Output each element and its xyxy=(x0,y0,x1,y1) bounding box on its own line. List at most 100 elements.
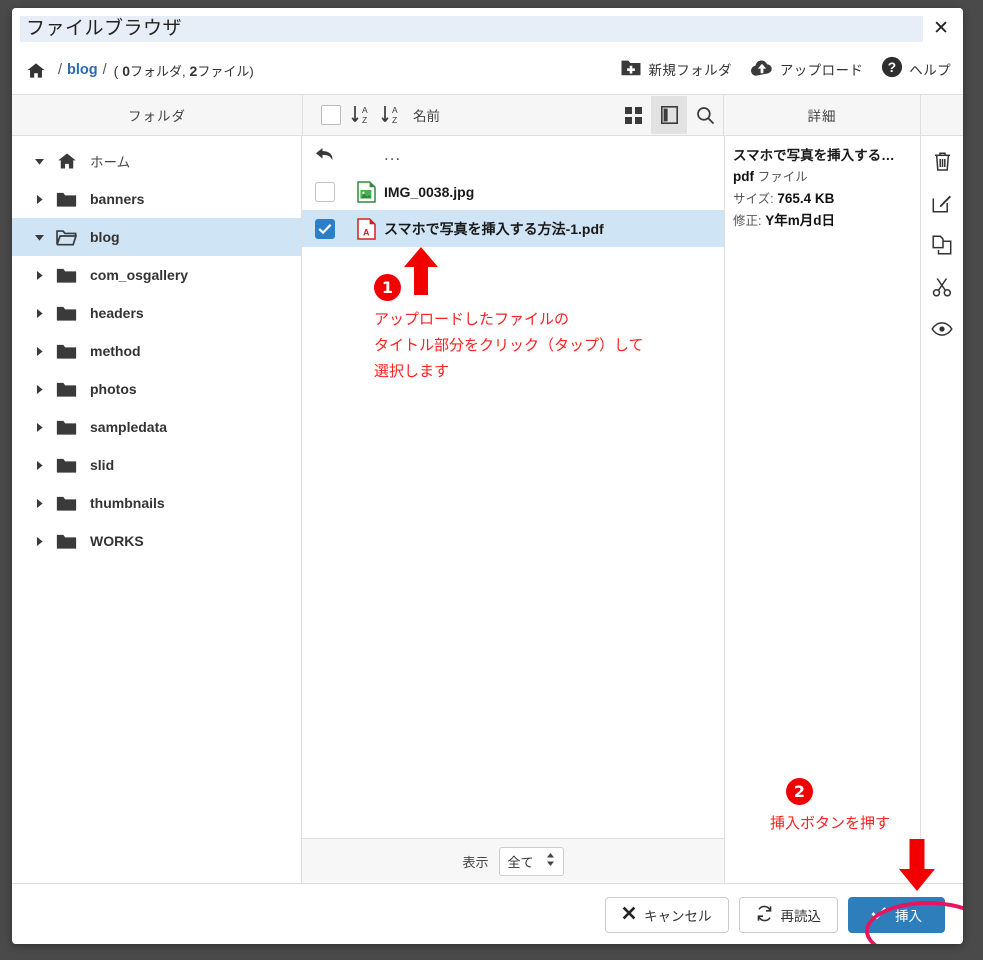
item-counts: ( 0フォルダ, 2ファイル) xyxy=(114,61,254,80)
folder-icon xyxy=(56,381,90,398)
detail-file-title: スマホで写真を挿入する… xyxy=(733,146,920,166)
cancel-button[interactable]: キャンセル xyxy=(605,897,729,933)
tree-item-method[interactable]: method xyxy=(12,332,301,370)
file-name-label: スマホで写真を挿入する方法-1.pdf xyxy=(384,219,604,239)
close-button[interactable]: ✕ xyxy=(933,18,949,40)
file-checkbox[interactable] xyxy=(302,182,348,202)
parent-directory-label: ... xyxy=(384,150,401,160)
tree-item-label: sampledata xyxy=(90,419,167,435)
parent-directory-row[interactable]: ... xyxy=(302,136,724,173)
title-bar: ファイルブラウザ ✕ xyxy=(12,8,963,48)
tree-item-com_osgallery[interactable]: com_osgallery xyxy=(12,256,301,294)
copy-icon[interactable] xyxy=(928,232,956,258)
chevron-right-icon[interactable] xyxy=(34,498,56,509)
chevron-right-icon[interactable] xyxy=(34,536,56,547)
tree-item-photos[interactable]: photos xyxy=(12,370,301,408)
detail-file-modified: 修正: Y年m月d日 xyxy=(733,210,920,232)
svg-text:Z: Z xyxy=(362,115,367,125)
upload-button[interactable]: アップロード xyxy=(750,58,863,80)
tree-item-banners[interactable]: banners xyxy=(12,180,301,218)
chevron-right-icon[interactable] xyxy=(34,422,56,433)
tree-item-label: ホーム xyxy=(90,151,130,171)
chevron-right-icon[interactable] xyxy=(34,460,56,471)
reload-label: 再読込 xyxy=(781,905,822,925)
folder-icon xyxy=(56,419,90,436)
tree-item-sampledata[interactable]: sampledata xyxy=(12,408,301,446)
tree-item-label: slid xyxy=(90,457,114,473)
file-rows: ... IMG_0038.jpg A スマホで写真を挿入する方法-1.pdf xyxy=(302,136,724,838)
detail-modified-value: Y年m月d日 xyxy=(765,213,835,228)
svg-text:A: A xyxy=(362,105,368,115)
chevron-down-icon[interactable] xyxy=(34,232,56,243)
delete-icon[interactable] xyxy=(928,148,956,174)
breadcrumb-separator-2: / xyxy=(103,62,107,78)
folder-count-word: フォルダ, xyxy=(130,64,186,79)
chevron-right-icon[interactable] xyxy=(34,346,56,357)
sort-descending-icon[interactable]: A Z xyxy=(381,104,399,126)
file-list-footer: 表示 全て xyxy=(302,838,724,883)
new-folder-button[interactable]: 新規フォルダ xyxy=(620,58,731,80)
search-icon[interactable] xyxy=(687,96,723,134)
file-row[interactable]: A スマホで写真を挿入する方法-1.pdf xyxy=(302,210,724,247)
back-arrow-icon xyxy=(302,146,348,164)
insert-button[interactable]: 挿入 xyxy=(848,897,945,933)
display-filter-label: 表示 xyxy=(462,852,488,871)
folder-open-icon xyxy=(56,229,90,246)
folder-icon xyxy=(56,495,90,512)
breadcrumb-link-blog[interactable]: blog xyxy=(67,62,98,78)
upload-label: アップロード xyxy=(780,59,863,79)
tree-item----[interactable]: ホーム xyxy=(12,142,301,180)
grid-view-icon[interactable] xyxy=(615,96,651,134)
chevron-right-icon[interactable] xyxy=(34,308,56,319)
name-column-label: 名前 xyxy=(413,105,440,125)
tree-item-label: WORKS xyxy=(90,533,144,549)
svg-text:A: A xyxy=(363,227,370,237)
select-all-checkbox[interactable] xyxy=(321,105,341,125)
detail-modified-label: 修正: xyxy=(733,214,761,228)
check-icon xyxy=(871,906,887,923)
file-checkbox[interactable] xyxy=(302,219,348,239)
folder-icon xyxy=(56,267,90,284)
help-button[interactable]: ? ヘルプ xyxy=(881,56,951,81)
tree-item-headers[interactable]: headers xyxy=(12,294,301,332)
breadcrumb-separator-1: / xyxy=(58,62,62,78)
file-name-label: IMG_0038.jpg xyxy=(384,184,474,200)
chevron-right-icon[interactable] xyxy=(34,270,56,281)
tree-item-works[interactable]: WORKS xyxy=(12,522,301,560)
reload-button[interactable]: 再読込 xyxy=(739,897,839,933)
file-tools-strip xyxy=(921,136,963,883)
details-pane: スマホで写真を挿入する… pdf ファイル サイズ: 765.4 KB 修正: … xyxy=(725,136,921,883)
tree-item-thumbnails[interactable]: thumbnails xyxy=(12,484,301,522)
chevron-down-icon[interactable] xyxy=(34,156,56,167)
cancel-label: キャンセル xyxy=(644,905,712,925)
home-icon[interactable] xyxy=(26,61,46,80)
sort-ascending-icon[interactable]: A Z xyxy=(351,104,369,126)
detail-type-value: pdf xyxy=(733,169,754,184)
svg-text:?: ? xyxy=(888,60,896,75)
chevron-right-icon[interactable] xyxy=(34,194,56,205)
tree-item-label: banners xyxy=(90,191,144,207)
tree-item-label: photos xyxy=(90,381,137,397)
folder-icon xyxy=(56,533,90,550)
split-view-icon[interactable] xyxy=(651,96,687,134)
new-folder-label: 新規フォルダ xyxy=(648,59,731,79)
tree-item-blog[interactable]: blog xyxy=(12,218,301,256)
file-row[interactable]: IMG_0038.jpg xyxy=(302,173,724,210)
tree-item-label: blog xyxy=(90,229,120,245)
tools-column-header xyxy=(921,95,963,135)
header-actions: 新規フォルダ アップロード ? ヘルプ xyxy=(620,56,951,81)
chevron-right-icon[interactable] xyxy=(34,384,56,395)
x-mark-icon xyxy=(622,906,636,923)
preview-icon[interactable] xyxy=(928,316,956,342)
breadcrumb-bar: / blog / ( 0フォルダ, 2ファイル) 新規フォルダ xyxy=(12,48,963,94)
cut-icon[interactable] xyxy=(928,274,956,300)
display-filter-select[interactable]: 全て xyxy=(499,847,564,876)
files-column-header: A Z A Z 名前 xyxy=(303,95,724,135)
rename-icon[interactable] xyxy=(928,190,956,216)
folder-icon xyxy=(56,191,90,208)
file-row-container: IMG_0038.jpg A スマホで写真を挿入する方法-1.pdf xyxy=(302,173,724,247)
tree-item-label: headers xyxy=(90,305,144,321)
insert-label: 挿入 xyxy=(895,905,922,925)
image-file-icon xyxy=(348,181,384,203)
tree-item-slid[interactable]: slid xyxy=(12,446,301,484)
